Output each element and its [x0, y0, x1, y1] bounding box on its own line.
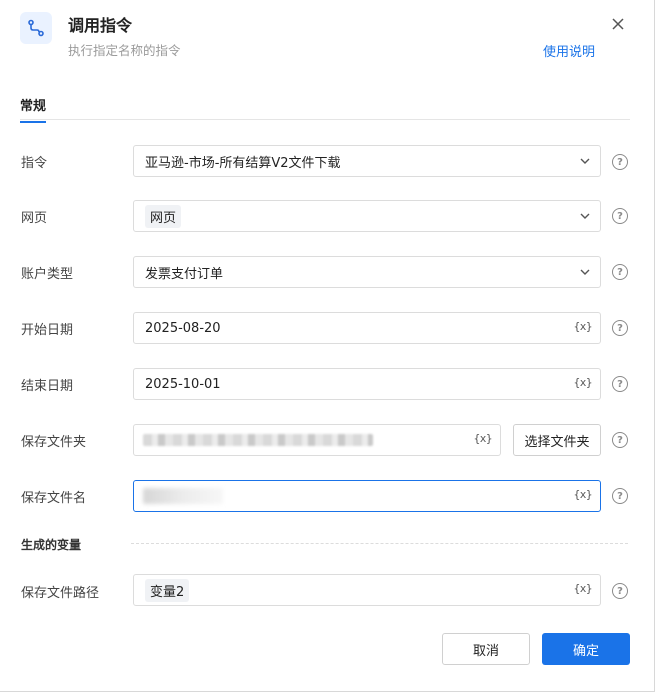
help-icon[interactable]: ?: [612, 376, 628, 392]
help-icon[interactable]: ?: [612, 154, 628, 170]
webpage-select[interactable]: 网页: [133, 200, 601, 232]
save-path-label: 保存文件路径: [21, 586, 100, 601]
command-select[interactable]: 亚马逊-市场-所有结算V2文件下载: [133, 145, 601, 177]
variable-tag: 变量2: [145, 578, 190, 602]
help-icon[interactable]: ?: [612, 264, 628, 280]
start-date-label: 开始日期: [21, 323, 74, 338]
redacted-path: [143, 434, 373, 446]
end-date-input[interactable]: 2025-10-01 {x}: [133, 368, 601, 400]
dialog-title: 调用指令: [68, 16, 133, 35]
close-button[interactable]: [608, 14, 628, 34]
cancel-button[interactable]: 取消: [442, 633, 530, 665]
select-folder-button[interactable]: 选择文件夹: [513, 424, 601, 456]
chevron-down-icon: [580, 158, 590, 164]
save-folder-input[interactable]: {x}: [133, 424, 501, 456]
chevron-down-icon: [580, 213, 590, 219]
help-icon[interactable]: ?: [612, 320, 628, 336]
command-value: 亚马逊-市场-所有结算V2文件下载: [145, 155, 341, 171]
variable-icon[interactable]: {x}: [574, 376, 593, 389]
invoke-command-dialog: 调用指令 执行指定名称的指令 使用说明 常规 指令 亚马逊-市场-所有结算V2文…: [0, 0, 655, 692]
start-date-input[interactable]: 2025-08-20 {x}: [133, 312, 601, 344]
variable-icon[interactable]: {x}: [474, 432, 493, 445]
close-icon: [612, 18, 624, 30]
account-type-value: 发票支付订单: [145, 266, 224, 282]
dialog-subtitle: 执行指定名称的指令: [68, 43, 181, 58]
save-filename-input[interactable]: {x}: [133, 480, 601, 512]
command-label: 指令: [21, 156, 48, 171]
variable-icon[interactable]: {x}: [574, 582, 593, 595]
save-folder-label: 保存文件夹: [21, 435, 87, 450]
ok-button[interactable]: 确定: [542, 633, 630, 665]
section-divider: [131, 543, 628, 544]
help-link[interactable]: 使用说明: [543, 41, 595, 60]
tab-divider: [20, 119, 630, 120]
start-date-value: 2025-08-20: [145, 320, 221, 336]
help-icon[interactable]: ?: [612, 488, 628, 504]
help-icon[interactable]: ?: [612, 208, 628, 224]
webpage-tag: 网页: [145, 204, 182, 228]
account-type-select[interactable]: 发票支付订单: [133, 256, 601, 288]
variable-icon[interactable]: {x}: [574, 320, 593, 333]
save-path-input[interactable]: 变量2 {x}: [133, 574, 601, 606]
chevron-down-icon: [580, 269, 590, 275]
variable-icon[interactable]: {x}: [574, 488, 593, 501]
redacted-filename: [143, 488, 223, 504]
end-date-value: 2025-10-01: [145, 376, 221, 392]
generated-variables-title: 生成的变量: [21, 538, 82, 552]
save-filename-label: 保存文件名: [21, 491, 87, 506]
flow-icon: [20, 12, 52, 44]
help-icon[interactable]: ?: [612, 432, 628, 448]
help-icon[interactable]: ?: [612, 583, 628, 599]
account-type-label: 账户类型: [21, 267, 74, 282]
webpage-label: 网页: [21, 211, 48, 226]
end-date-label: 结束日期: [21, 379, 74, 394]
